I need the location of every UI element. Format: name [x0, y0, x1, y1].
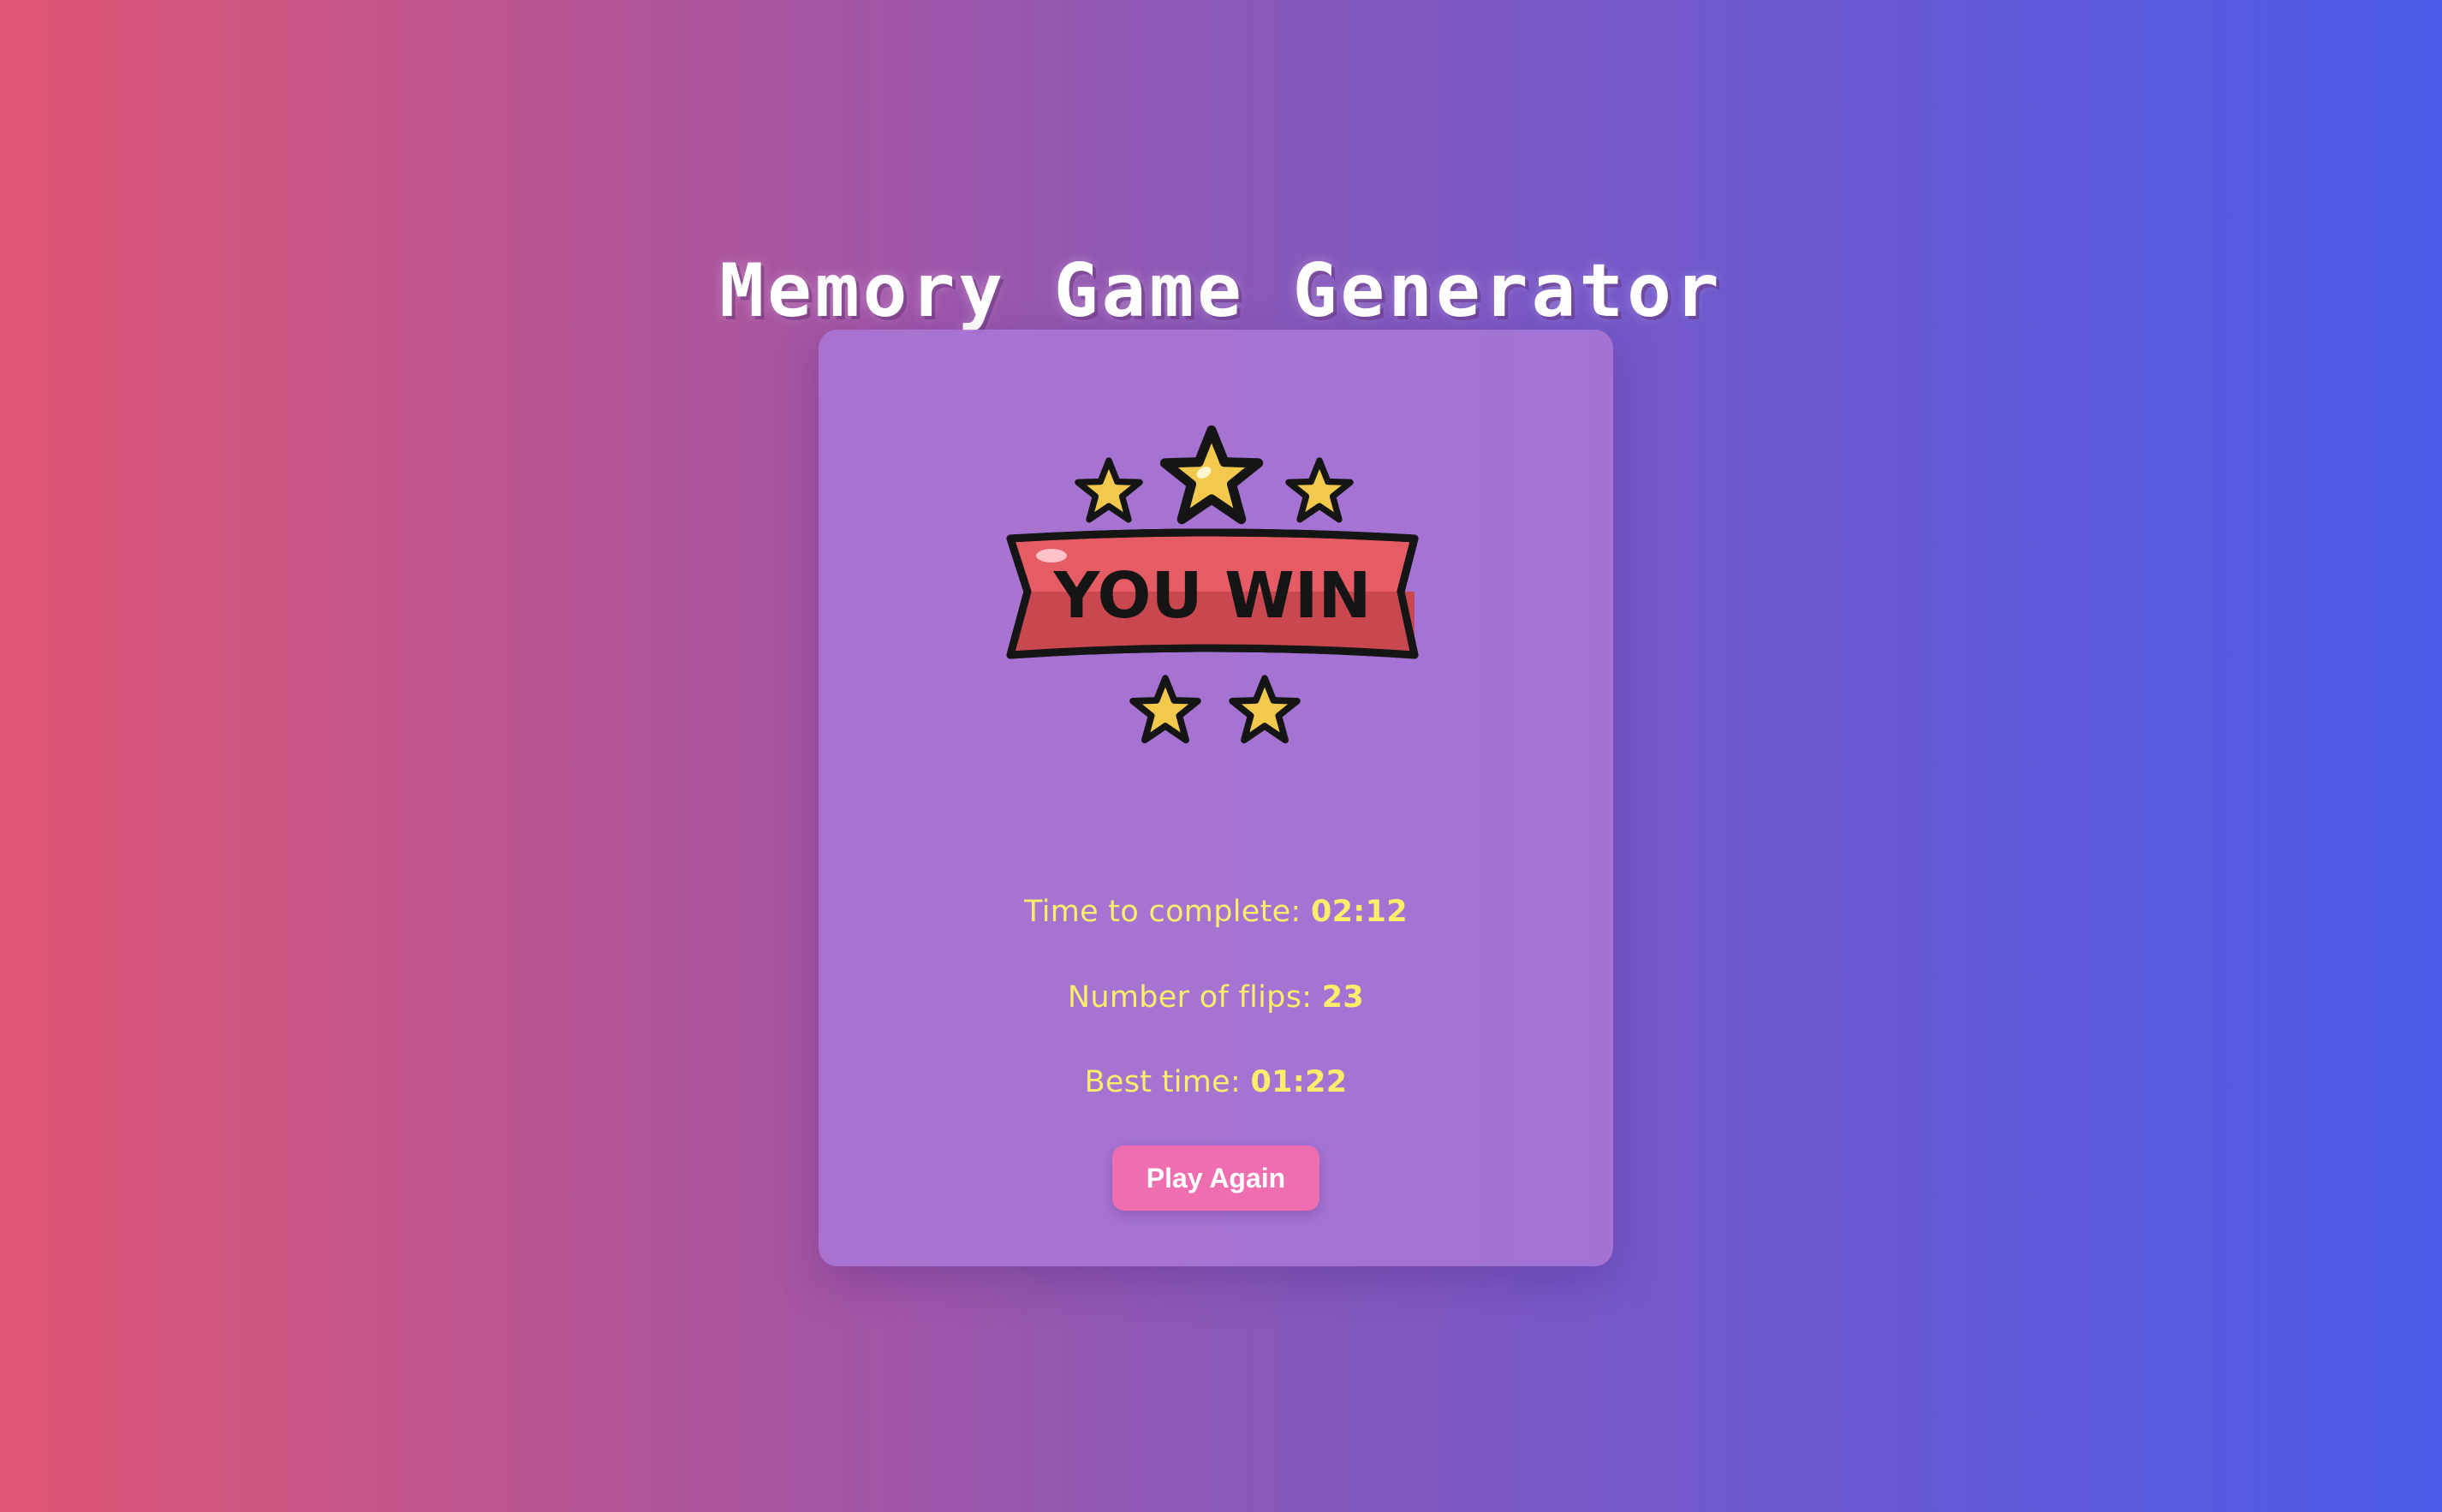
star-icon	[1133, 678, 1198, 740]
number-of-flips: Number of flips: 23	[819, 980, 1613, 1015]
you-win-badge-icon: YOU WIN	[1006, 424, 1419, 758]
best-time: Best time: 01:22	[819, 1065, 1613, 1099]
star-icon	[1164, 430, 1258, 519]
stat-label: Best time:	[1084, 1065, 1242, 1099]
badge-text: YOU WIN	[1053, 559, 1372, 633]
win-card: YOU WIN Time to complete: 02:12 Number o…	[819, 330, 1613, 1266]
stat-label: Time to complete:	[1024, 895, 1301, 929]
stat-value: 01:22	[1250, 1065, 1348, 1099]
page-title: Memory Game Generator	[719, 247, 1723, 334]
play-again-button[interactable]: Play Again	[1112, 1146, 1319, 1211]
time-to-complete: Time to complete: 02:12	[819, 895, 1613, 929]
star-icon	[1078, 461, 1140, 520]
star-icon	[1289, 461, 1350, 520]
stat-value: 02:12	[1310, 895, 1408, 929]
stat-value: 23	[1321, 980, 1365, 1015]
star-icon	[1232, 678, 1297, 740]
stat-label: Number of flips:	[1067, 980, 1313, 1015]
